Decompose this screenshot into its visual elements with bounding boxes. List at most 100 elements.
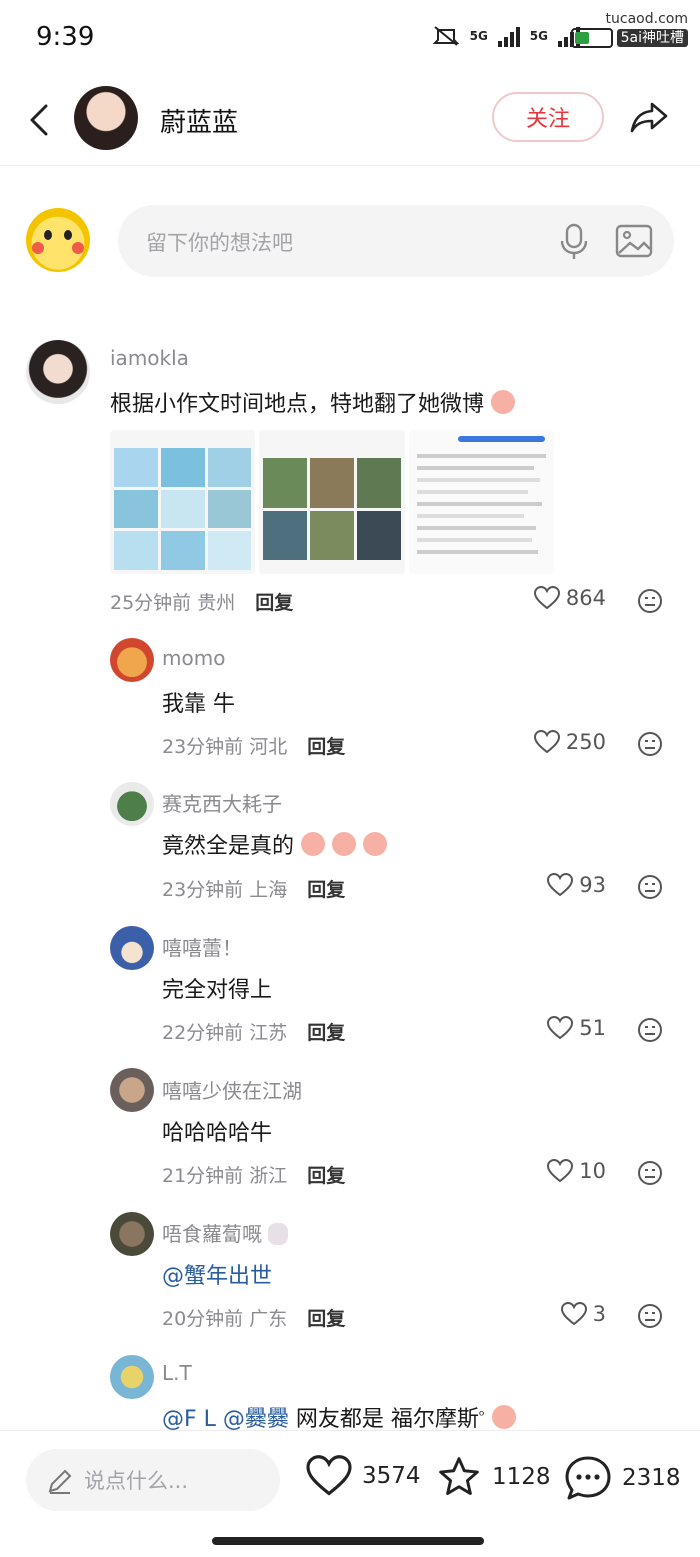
crying-emoji-icon	[491, 390, 516, 414]
commenter-name[interactable]: L.T	[162, 1361, 192, 1385]
reply-button[interactable]: 回复	[307, 1165, 345, 1187]
network-label-2: 5G	[529, 29, 548, 43]
comment-like[interactable]: 864	[533, 586, 606, 610]
comment-meta: 22分钟前 江苏 回复	[162, 1022, 346, 1044]
dislike-face-icon[interactable]	[637, 731, 663, 757]
commenter-avatar[interactable]	[110, 638, 154, 682]
mention-link[interactable]: @爨爨	[223, 1407, 289, 1432]
commenter-avatar[interactable]	[110, 1355, 154, 1399]
like-count: 51	[579, 1016, 606, 1040]
microphone-icon[interactable]	[554, 221, 594, 261]
dislike-face-icon[interactable]	[637, 1303, 663, 1329]
comment-image-attachments[interactable]	[110, 430, 554, 574]
network-label-1: 5G	[469, 29, 488, 43]
comment-text: 我靠 牛	[162, 692, 235, 717]
comment-text: 完全对得上	[162, 978, 273, 1003]
commenter-name[interactable]: 嘻嘻蕾！	[162, 932, 242, 961]
reply-button[interactable]: 回复	[307, 1022, 345, 1044]
bottom-action-bar: 说点什么... 3574 1128 2318	[0, 1430, 700, 1557]
heart-icon[interactable]	[560, 1302, 587, 1326]
commenter-name[interactable]: momo	[162, 646, 225, 670]
author-name[interactable]: 蔚蓝蓝	[160, 102, 238, 139]
dislike-face-icon[interactable]	[637, 1017, 663, 1043]
watermark: tucaod.com 5ai神吐槽	[570, 10, 688, 48]
rabbit-emoji-icon	[268, 1223, 289, 1245]
comment-meta: 25分钟前 贵州 回复	[110, 592, 294, 614]
post-like-button[interactable]: 3574	[306, 1455, 421, 1497]
pencil-icon	[48, 1469, 72, 1494]
heart-icon[interactable]	[547, 1159, 574, 1183]
commenter-name[interactable]: 嘻嘻少侠在江湖	[162, 1075, 302, 1104]
comment-meta: 21分钟前 浙江 回复	[162, 1165, 346, 1187]
follow-button[interactable]: 关注	[492, 92, 604, 142]
dislike-face-icon[interactable]	[637, 874, 663, 900]
back-arrow-icon[interactable]	[22, 100, 62, 140]
attached-screenshot-3[interactable]	[408, 430, 554, 574]
commenter-avatar[interactable]	[110, 782, 154, 826]
comment-text: @F L @爨爨 网友都是 福尔摩斯ᵒ	[162, 1401, 516, 1433]
crying-emoji-icon	[301, 832, 326, 856]
commenter-avatar[interactable]	[110, 1212, 154, 1256]
status-icons: 5G 5G	[432, 24, 580, 48]
commenter-avatar[interactable]	[110, 926, 154, 970]
commenter-avatar[interactable]	[26, 340, 90, 404]
comment-meta: 23分钟前 河北 回复	[162, 736, 346, 758]
reply-button[interactable]: 回复	[307, 1308, 345, 1330]
post-comment-count: 2318	[622, 1465, 681, 1491]
signal-icon	[497, 25, 520, 47]
heart-icon[interactable]	[533, 730, 560, 754]
image-icon[interactable]	[614, 221, 654, 261]
reply-button[interactable]: 回复	[307, 736, 345, 758]
post-comment-button[interactable]: 2318	[564, 1455, 681, 1501]
like-count: 93	[579, 873, 606, 897]
attached-screenshot-2[interactable]	[259, 430, 405, 574]
heart-icon[interactable]	[306, 1455, 352, 1497]
like-count: 250	[565, 730, 606, 754]
status-time: 9:39	[36, 22, 95, 52]
reply-button[interactable]: 回复	[255, 592, 293, 614]
commenter-name[interactable]: 赛克西大耗子	[162, 788, 282, 817]
comment-text: 哈哈哈哈牛	[162, 1121, 273, 1146]
say-something-input[interactable]: 说点什么...	[26, 1449, 280, 1511]
mention-link[interactable]: @F L	[162, 1407, 216, 1432]
comment-mention[interactable]: @蟹年出世	[162, 1258, 272, 1290]
heart-icon[interactable]	[547, 873, 574, 897]
comment-like[interactable]: 93	[547, 873, 606, 897]
comment-meta: 23分钟前 上海 回复	[162, 879, 346, 901]
dislike-face-icon[interactable]	[637, 1160, 663, 1186]
share-icon[interactable]	[628, 96, 670, 138]
comment-like[interactable]: 3	[560, 1302, 606, 1326]
reply-button[interactable]: 回复	[307, 879, 345, 901]
dislike-face-icon[interactable]	[637, 588, 663, 614]
heart-icon[interactable]	[533, 586, 560, 610]
comment-bubble-icon[interactable]	[564, 1455, 612, 1501]
comment-meta: 20分钟前 广东 回复	[162, 1308, 346, 1330]
mute-vibrate-icon	[432, 26, 460, 46]
commenter-avatar[interactable]	[110, 1068, 154, 1112]
attached-screenshot-1[interactable]	[110, 430, 256, 574]
commenter-name[interactable]: iamokla	[110, 346, 189, 370]
my-avatar[interactable]	[26, 208, 90, 272]
post-like-count: 3574	[362, 1463, 421, 1489]
watermark-url: tucaod.com	[605, 11, 688, 27]
like-count: 3	[592, 1302, 606, 1326]
comment-like[interactable]: 51	[547, 1016, 606, 1040]
post-favorite-count: 1128	[492, 1464, 551, 1490]
status-bar: 9:39 5G 5G tucaod.com 5ai神吐槽	[0, 0, 700, 80]
post-favorite-button[interactable]: 1128	[436, 1455, 551, 1499]
crying-emoji-icon	[491, 1405, 516, 1429]
comment-like[interactable]: 250	[533, 730, 606, 754]
comment-like[interactable]: 10	[547, 1159, 606, 1183]
heart-icon[interactable]	[547, 1016, 574, 1040]
commenter-name[interactable]: 唔食蘿蔔嘅	[162, 1218, 289, 1247]
star-icon[interactable]	[436, 1455, 482, 1499]
comment-input[interactable]: 留下你的想法吧	[118, 205, 674, 277]
say-something-placeholder: 说点什么...	[84, 1469, 189, 1493]
battery-icon	[570, 28, 613, 48]
watermark-text: 5ai神吐槽	[616, 29, 688, 47]
crying-emoji-icon	[332, 832, 357, 856]
home-indicator[interactable]	[212, 1537, 484, 1545]
comment-input-placeholder: 留下你的想法吧	[146, 231, 293, 255]
like-count: 864	[565, 586, 606, 610]
author-avatar[interactable]	[74, 86, 138, 150]
